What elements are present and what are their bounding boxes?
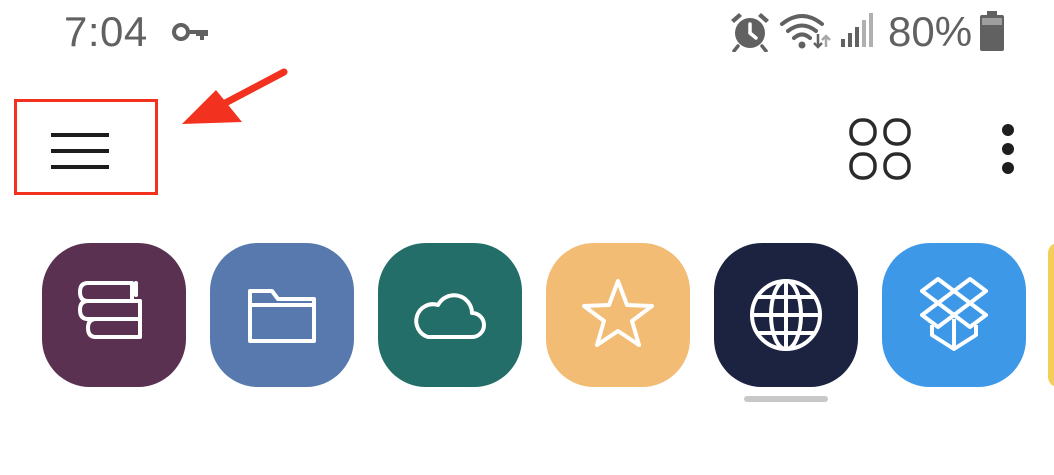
status-bar: 7:04 80% xyxy=(0,0,1054,70)
more-vertical-icon[interactable] xyxy=(992,118,1024,180)
globe-icon xyxy=(750,279,822,351)
tile-cloud[interactable] xyxy=(378,243,522,387)
menu-button[interactable] xyxy=(14,99,158,195)
selected-tile-indicator xyxy=(744,396,828,402)
tabs-grid-icon[interactable] xyxy=(844,113,916,185)
annotation-arrow-icon xyxy=(182,68,288,124)
app-shortcut-row xyxy=(0,243,1054,403)
tile-partial[interactable] xyxy=(1048,243,1054,387)
battery-percentage: 80% xyxy=(888,8,973,55)
tile-internet[interactable] xyxy=(714,243,858,387)
star-icon xyxy=(582,279,654,347)
books-icon xyxy=(78,281,142,339)
dropbox-icon xyxy=(920,277,988,351)
hamburger-menu-icon xyxy=(51,133,109,169)
tile-dropbox[interactable] xyxy=(882,243,1026,387)
folder-icon xyxy=(248,289,316,343)
wifi-icon xyxy=(780,14,831,49)
tile-folder[interactable] xyxy=(210,243,354,387)
tile-bookmarks[interactable] xyxy=(546,243,690,387)
battery-icon xyxy=(980,11,1004,51)
tile-books[interactable] xyxy=(42,243,186,387)
signal-icon xyxy=(841,13,873,47)
browser-home-screen: 7:04 80% xyxy=(0,0,1054,475)
status-time: 7:04 xyxy=(64,8,148,55)
cloud-icon xyxy=(414,293,486,339)
key-icon xyxy=(172,23,208,41)
alarm-icon xyxy=(731,13,769,52)
